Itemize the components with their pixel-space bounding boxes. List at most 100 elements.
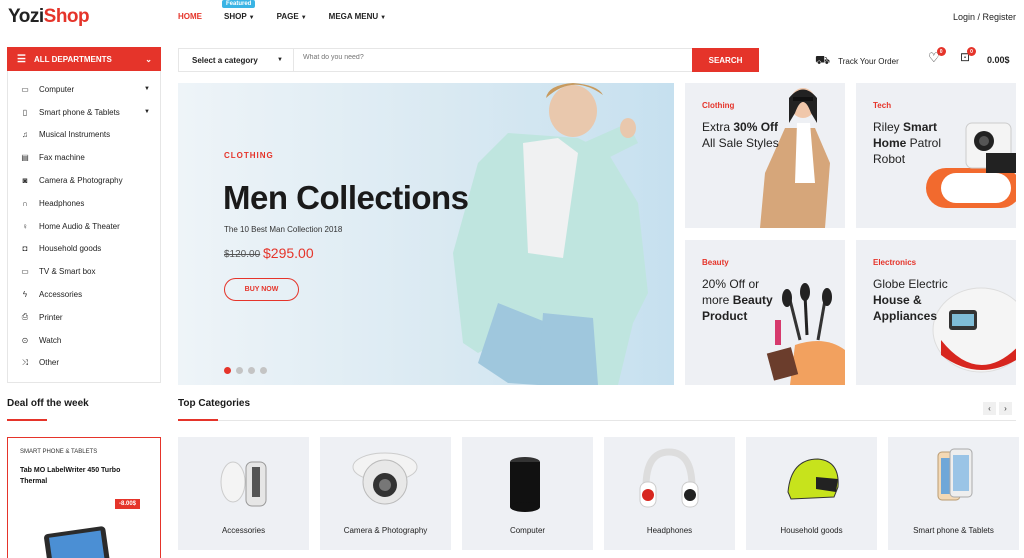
category-card-headphones[interactable]: Headphones [604,437,735,550]
headphones-icon: ∩ [22,198,28,208]
dept-item-label: Printer [39,312,63,322]
wishlist-button[interactable]: ♡ 0 [928,47,946,66]
dept-item-label: Other [39,358,60,368]
promo-text: Riley [873,120,904,134]
slider-dot[interactable] [236,367,243,374]
category-label: Headphones [646,526,693,535]
menu-icon: ☰ [17,53,26,65]
search-bar: Select a category ▼ SEARCH [178,48,759,72]
dept-item-household[interactable]: ◘ Household goods [8,238,160,261]
section-divider [178,420,1016,421]
hero-slider[interactable]: CLOTHING Men Collections The 10 Best Man… [178,83,674,385]
nav-shop-label: SHOP [224,12,247,21]
category-nav-arrows: ‹ › [983,402,1012,415]
headphones-image [639,448,699,508]
deal-discount-badge: -8.00$ [115,499,141,509]
watch-icon: ⊙ [21,335,29,345]
deal-card[interactable]: SMART PHONE & TABLETS Tab MO LabelWriter… [7,437,161,558]
dept-item-smartphone[interactable]: ▯ Smart phone & Tablets ▼ [8,101,160,124]
dept-item-label: Headphones [39,198,85,208]
top-bar: YoziShop HOME SHOP ▼ PAGE ▼ MEGA MENU ▼ Fea… [0,0,1024,40]
wishlist-count: 0 [936,47,946,56]
promo-electronics[interactable]: Electronics Globe Electric House & Appli… [856,240,1016,385]
track-order-link[interactable]: ⛟ Track Your Order [815,53,899,69]
bag-icon: ◘ [22,244,28,254]
printer-icon: ⎙ [21,312,29,322]
slider-dot[interactable] [260,367,267,374]
nav-home[interactable]: HOME [178,12,202,21]
main-nav: HOME SHOP ▼ PAGE ▼ MEGA MENU ▼ [178,12,408,21]
category-card-computer[interactable]: Computer [462,437,593,550]
dept-item-label: Household goods [39,244,102,254]
slider-dot[interactable] [248,367,255,374]
phone-icon: ▯ [22,107,28,117]
login-register-link[interactable]: Login / Register [953,12,1016,22]
chevron-down-icon: ▼ [248,15,255,21]
promo-description: Globe Electric House & Appliances [873,276,953,324]
promo-description: Riley Smart Home Patrol Robot [873,119,953,167]
slider-dot[interactable] [224,367,231,374]
nav-shop[interactable]: SHOP ▼ [224,12,255,21]
search-button[interactable]: SEARCH [692,48,759,72]
category-card-camera[interactable]: Camera & Photography [320,437,451,550]
camera-image [352,452,418,505]
dept-item-camera[interactable]: ◙ Camera & Photography [8,169,160,192]
category-card-smartphone[interactable]: Smart phone & Tablets [888,437,1019,550]
category-label: Camera & Photography [343,526,428,535]
household-image [787,458,839,500]
dept-item-computer[interactable]: ▭ Computer ▼ [8,78,160,101]
section-underline [7,419,47,421]
dept-item-accessories[interactable]: ϟ Accessories [8,283,160,306]
promo-text: Globe Electric [873,277,948,291]
promo-description: Extra 30% Off All Sale Styles [702,119,782,151]
deal-category: SMART PHONE & TABLETS [20,449,98,455]
dept-item-fax[interactable]: ▤ Fax machine [8,146,160,169]
dept-item-label: Camera & Photography [39,176,123,186]
promo-tech[interactable]: Tech Riley Smart Home Patrol Robot [856,83,1016,228]
next-arrow-button[interactable]: › [999,402,1012,415]
logo-text-part2: Shop [43,6,90,27]
dept-item-label: Accessories [39,290,83,300]
dept-item-musical[interactable]: ♫ Musical Instruments [8,124,160,147]
category-card-accessories[interactable]: Accessories [178,437,309,550]
promo-beauty[interactable]: Beauty 20% Off or more Beauty Product [685,240,845,385]
dept-item-label: Fax machine [39,153,85,163]
promo-tag: Clothing [702,101,735,110]
dept-item-headphones[interactable]: ∩ Headphones [8,192,160,215]
deal-product-name[interactable]: Tab MO LabelWriter 450 Turbo Thermal [20,465,145,487]
dept-item-tv[interactable]: ▭ TV & Smart box [8,260,160,283]
hero-old-price: $120.00 [224,249,261,260]
deal-heading: Deal off the week [7,398,89,409]
buy-now-button[interactable]: BUY NOW [224,278,299,301]
departments-list: ▭ Computer ▼ ▯ Smart phone & Tablets ▼ ♫ Musi… [7,71,161,383]
dept-item-printer[interactable]: ⎙ Printer [8,306,160,329]
dept-item-other[interactable]: ⤨ Other [8,352,160,375]
dept-item-home-audio[interactable]: ♀ Home Audio & Theater [8,215,160,238]
search-input[interactable] [303,54,683,61]
site-logo[interactable]: YoziShop [8,6,90,28]
cart-count: 0 [967,47,977,56]
hero-new-price: $295.00 [263,245,314,261]
dept-item-watch[interactable]: ⊙ Watch [8,329,160,352]
dept-item-label: Smart phone & Tablets [39,107,120,117]
prev-arrow-button[interactable]: ‹ [983,402,996,415]
category-card-household[interactable]: Household goods [746,437,877,550]
promo-tag: Electronics [873,258,917,267]
nav-mega-menu[interactable]: MEGA MENU ▼ [329,12,386,21]
promo-clothing[interactable]: Clothing Extra 30% Off All Sale Styles [685,83,845,228]
section-underline [178,419,218,421]
caret-down-icon: ▼ [277,57,283,63]
smartphone-image [937,448,973,501]
promo-tag: Tech [873,101,892,110]
dept-item-label: Watch [39,335,62,345]
cart-button[interactable]: ⊡ 0 [960,47,977,64]
dept-item-label: Home Audio & Theater [39,221,120,231]
nav-page[interactable]: PAGE ▼ [277,12,307,21]
dept-item-label: Musical Instruments [39,130,111,140]
fax-icon: ▤ [21,153,29,163]
truck-icon: ⛟ [815,53,831,67]
promo-text-bold: 30% Off [733,120,779,134]
category-select[interactable]: Select a category ▼ [179,49,294,71]
all-departments-toggle[interactable]: ☰ ALL DEPARTMENTS ⌄ [7,47,161,71]
accessories-image [220,461,267,507]
